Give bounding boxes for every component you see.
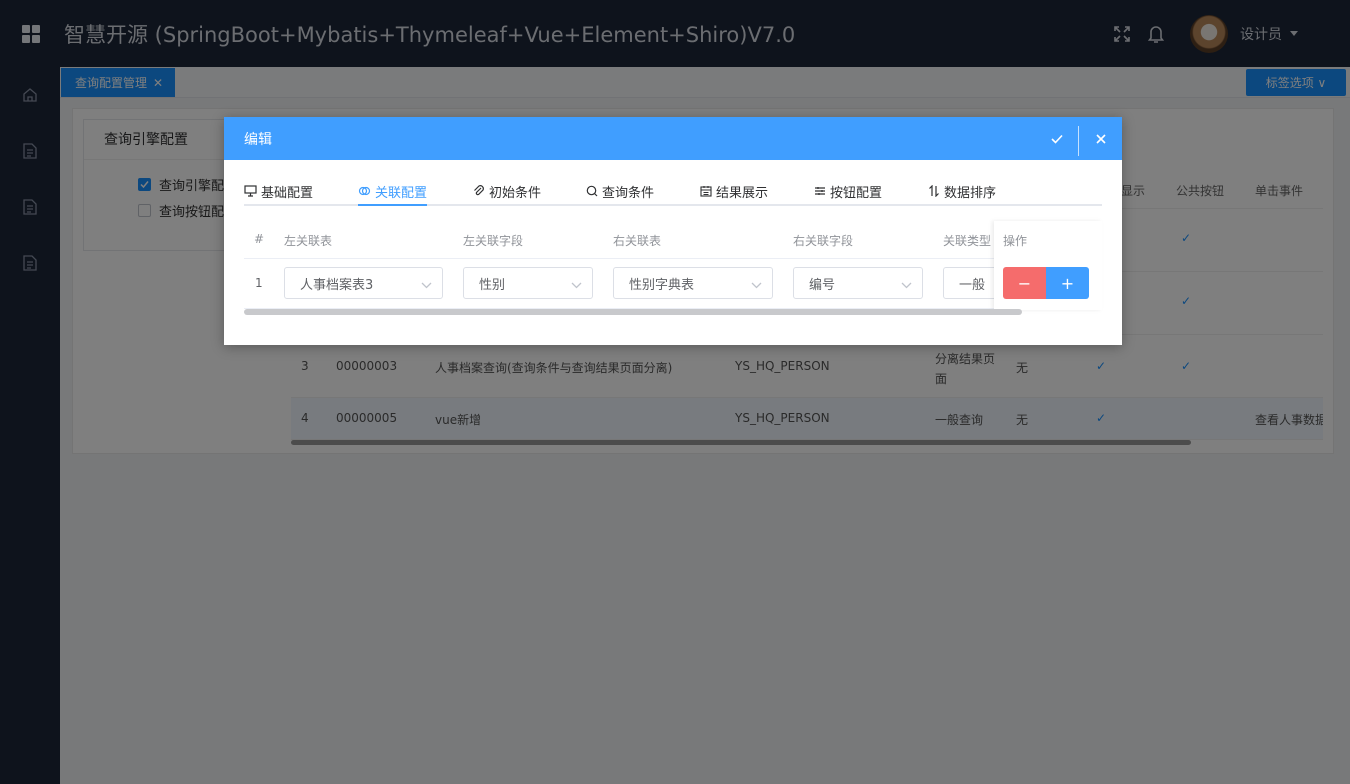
remove-row-button[interactable]: − xyxy=(1003,267,1046,299)
col-header: 左关联表 xyxy=(284,234,333,248)
search-icon xyxy=(586,185,598,197)
tab-initial-conditions[interactable]: 初始条件 xyxy=(473,178,541,204)
tab-query-conditions[interactable]: 查询条件 xyxy=(586,178,654,204)
tab-label: 数据排序 xyxy=(944,185,997,201)
tab-result-display[interactable]: 结果展示 xyxy=(700,178,768,204)
left-field-select[interactable]: 性别 xyxy=(463,267,593,299)
right-table-select[interactable]: 性别字典表 xyxy=(613,267,773,299)
chevron-down-icon xyxy=(751,278,762,293)
horizontal-scrollbar[interactable] xyxy=(244,309,1022,315)
tab-basic-config[interactable]: 基础配置 xyxy=(244,178,313,204)
chevron-down-icon xyxy=(901,278,912,293)
calendar-icon xyxy=(700,185,712,197)
tab-label: 关联配置 xyxy=(375,185,428,201)
select-value: 编号 xyxy=(809,277,836,293)
tab-label: 按钮配置 xyxy=(830,185,883,201)
tab-label: 结果展示 xyxy=(716,185,769,201)
tab-data-sort[interactable]: 数据排序 xyxy=(928,178,996,204)
relation-table: # 左关联表 左关联字段 右关联表 右关联字段 关联类型 1 人事档案表3 性别… xyxy=(244,221,1102,310)
left-table-select[interactable]: 人事档案表3 xyxy=(284,267,443,299)
tab-relation-config[interactable]: 关联配置 xyxy=(358,178,428,206)
col-header: 左关联字段 xyxy=(463,234,524,248)
header-divider xyxy=(1078,126,1079,156)
col-header: 右关联表 xyxy=(613,234,662,248)
sliders-icon xyxy=(814,185,826,197)
row-index: 1 xyxy=(255,276,263,290)
chevron-down-icon xyxy=(421,278,432,293)
dialog-header: 编辑 xyxy=(224,117,1122,160)
relation-row: 1 人事档案表3 性别 性别字典表 编号 一般 xyxy=(244,259,1102,309)
dialog-tabs: 基础配置 关联配置 初始条件 查询条件 结果展示 按钮配置 数据排序 xyxy=(244,172,1102,206)
select-value: 人事档案表3 xyxy=(300,277,374,293)
tab-label: 基础配置 xyxy=(261,185,314,201)
edit-dialog: 编辑 基础配置 关联配置 初始条件 查询条件 结果展示 按钮配置 数据排序 # … xyxy=(224,117,1122,345)
col-header: 右关联字段 xyxy=(793,234,854,248)
chevron-down-icon xyxy=(571,278,582,293)
tab-label: 查询条件 xyxy=(602,185,655,201)
select-value: 性别字典表 xyxy=(629,277,695,293)
col-header: 操作 xyxy=(1003,234,1028,248)
select-value: 性别 xyxy=(479,277,506,293)
right-field-select[interactable]: 编号 xyxy=(793,267,923,299)
monitor-icon xyxy=(244,185,257,197)
confirm-icon[interactable] xyxy=(1036,117,1078,160)
select-value: 一般 xyxy=(959,277,986,293)
close-icon[interactable] xyxy=(1080,117,1122,160)
paperclip-icon xyxy=(473,185,485,197)
tab-button-config[interactable]: 按钮配置 xyxy=(814,178,882,204)
operations-column: 操作 − + xyxy=(994,221,1102,310)
col-header: # xyxy=(254,232,265,246)
relation-table-header: # 左关联表 左关联字段 右关联表 右关联字段 关联类型 xyxy=(244,221,1102,259)
dialog-title: 编辑 xyxy=(244,131,272,148)
sort-icon xyxy=(928,185,940,197)
link-icon xyxy=(358,185,371,197)
col-header: 关联类型 xyxy=(943,234,992,248)
add-row-button[interactable]: + xyxy=(1046,267,1089,299)
tab-label: 初始条件 xyxy=(489,185,542,201)
